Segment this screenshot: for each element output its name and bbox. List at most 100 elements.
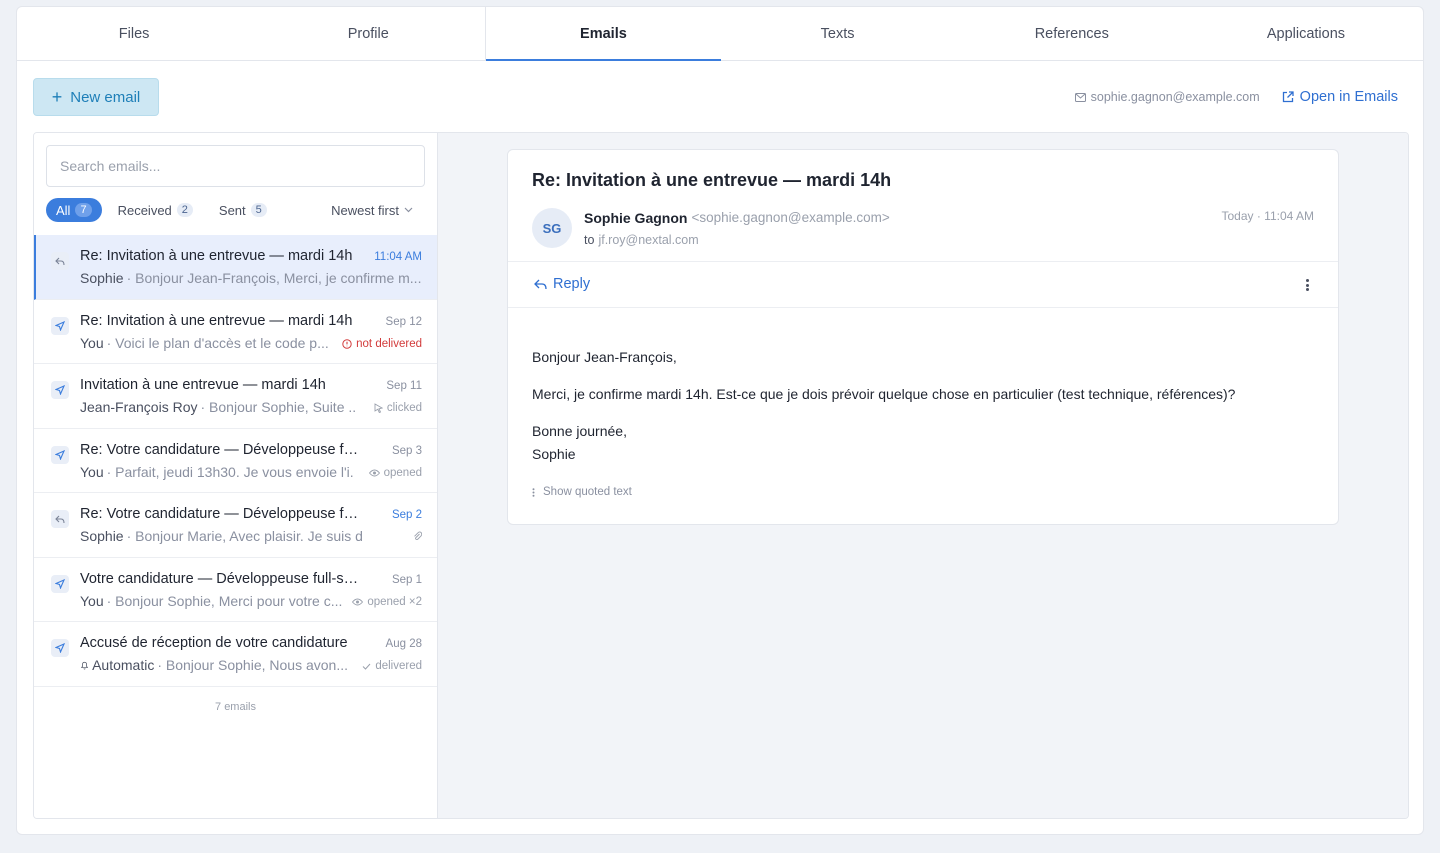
- filter-all[interactable]: All 7: [46, 198, 102, 222]
- email-pane: All 7 Received 2 Sent 5 Newest first: [33, 132, 1409, 819]
- message-to: to jf.roy@nextal.com: [584, 233, 699, 247]
- new-email-button[interactable]: + New email: [33, 78, 159, 116]
- filter-bar: All 7 Received 2 Sent 5 Newest first: [46, 198, 425, 222]
- email-subject: Invitation à une entrevue — mardi 14h: [80, 377, 326, 393]
- email-row[interactable]: Re: Invitation à une entrevue — mardi 14…: [34, 300, 437, 364]
- tab-files[interactable]: Files: [17, 7, 251, 60]
- more-options-icon[interactable]: [1302, 277, 1312, 293]
- body-greeting: Bonjour Jean-François,: [532, 349, 677, 365]
- email-sender: You: [80, 334, 104, 351]
- email-list-panel: All 7 Received 2 Sent 5 Newest first: [34, 133, 438, 818]
- vertical-dots-icon: [532, 487, 535, 497]
- email-status-text: opened ×2: [367, 595, 422, 608]
- tab-texts[interactable]: Texts: [721, 7, 955, 60]
- filter-sent[interactable]: Sent 5: [209, 198, 277, 222]
- email-status-text: clicked: [386, 402, 422, 414]
- message-subject: Re: Invitation à une entrevue — mardi 14…: [532, 170, 892, 190]
- paperclip-icon: [414, 531, 422, 540]
- email-preview: · Parfait, jeudi 13h30. Je vous envoie l…: [106, 463, 353, 480]
- eye-icon: [352, 598, 364, 605]
- email-message: Re: Invitation à une entrevue — mardi 14…: [507, 149, 1339, 525]
- email-subject: Re: Votre candidature — Développeuse ful…: [80, 441, 360, 458]
- bell-icon: [80, 661, 89, 669]
- email-preview: · Bonjour Sophie, Merci pour votre c...: [106, 592, 342, 609]
- recipient-address: jf.roy@nextal.com: [598, 233, 699, 247]
- paper-plane-icon: [51, 445, 69, 464]
- to-label: to: [584, 233, 595, 247]
- email-status: opened: [368, 466, 422, 479]
- plus-icon: +: [51, 87, 63, 107]
- email-snippet: You · Voici le plan d'accès et le code p…: [80, 335, 332, 351]
- email-snippet: Sophie · Bonjour Jean-François, Merci, j…: [80, 270, 421, 286]
- filter-all-label: All: [56, 202, 71, 218]
- email-row[interactable]: Votre candidature — Développeuse full-st…: [34, 558, 437, 622]
- filter-sent-count: 5: [250, 203, 267, 217]
- email-subject: Votre candidature — Développeuse full-st…: [80, 570, 360, 587]
- email-status: clicked: [374, 402, 422, 414]
- tab-references[interactable]: References: [955, 7, 1189, 60]
- reply-button[interactable]: Reply: [534, 276, 590, 292]
- email-status: delivered: [362, 660, 422, 672]
- show-quoted-text-button[interactable]: Show quoted text: [532, 486, 632, 498]
- email-sender: Jean-François Roy: [80, 399, 198, 415]
- avatar: SG: [532, 208, 572, 248]
- tab-profile[interactable]: Profile: [251, 7, 485, 60]
- tab-emails[interactable]: Emails: [485, 7, 721, 61]
- body-signature: Sophie: [532, 446, 576, 462]
- sender-name: Sophie Gagnon: [584, 210, 688, 226]
- email-row[interactable]: Re: Votre candidature — Développeuse ful…: [34, 493, 437, 558]
- header-divider: [508, 261, 1338, 262]
- tab-applications[interactable]: Applications: [1189, 7, 1423, 60]
- reply-arrow-icon: [534, 279, 547, 289]
- message-timestamp: Today · 11:04 AM: [1221, 209, 1315, 223]
- main-card: Files Profile Emails Texts References Ap…: [16, 6, 1424, 835]
- toolbar-divider: [508, 307, 1338, 308]
- email-snippet: Jean-François Roy · Bonjour Sophie, Suit…: [80, 399, 355, 415]
- paper-plane-icon: [51, 574, 69, 593]
- filter-received[interactable]: Received 2: [108, 198, 203, 222]
- email-date: Sep 1: [391, 573, 422, 586]
- email-sender: Sophie: [80, 270, 124, 286]
- email-snippet: Automatic · Bonjour Sophie, Nous avon...: [80, 657, 348, 673]
- email-row[interactable]: Re: Invitation à une entrevue — mardi 14…: [34, 235, 437, 300]
- email-subject: Re: Invitation à une entrevue — mardi 14…: [80, 312, 353, 329]
- reading-pane: Re: Invitation à une entrevue — mardi 14…: [438, 133, 1408, 818]
- email-snippet: You · Bonjour Sophie, Merci pour votre c…: [80, 593, 342, 609]
- email-sender: Sophie: [80, 528, 124, 544]
- email-rows: Re: Invitation à une entrevue — mardi 14…: [34, 235, 437, 687]
- email-subject: Accusé de réception de votre candidature: [80, 635, 348, 651]
- reply-label: Reply: [553, 276, 591, 292]
- search-input[interactable]: [46, 145, 425, 187]
- email-date: 11:04 AM: [374, 251, 422, 263]
- open-in-emails-link[interactable]: Open in Emails: [1282, 89, 1398, 105]
- body-closing: Bonne journée,: [532, 423, 627, 439]
- email-subject: Re: Invitation à une entrevue — mardi 14…: [80, 248, 353, 264]
- filter-received-label: Received: [117, 202, 172, 218]
- chevron-down-icon: [404, 207, 413, 213]
- filter-sent-label: Sent: [218, 202, 246, 218]
- email-row[interactable]: Re: Votre candidature — Développeuse ful…: [34, 429, 437, 493]
- email-status: not delivered: [342, 338, 422, 350]
- sort-label: Newest first: [331, 202, 399, 218]
- check-icon: [362, 663, 371, 670]
- email-date: Aug 28: [385, 638, 422, 650]
- email-status-text: delivered: [375, 660, 422, 672]
- email-preview: · Voici le plan d'accès et le code p...: [106, 334, 329, 351]
- email-date: Sep 3: [391, 444, 422, 457]
- eye-icon: [368, 469, 380, 476]
- filter-all-count: 7: [75, 203, 92, 217]
- email-subject: Re: Votre candidature — Développeuse ful…: [80, 506, 360, 522]
- email-preview: · Bonjour Jean-François, Merci, je confi…: [126, 270, 422, 286]
- filter-received-count: 2: [176, 203, 193, 217]
- email-status-text: opened: [383, 466, 422, 479]
- tab-bar: Files Profile Emails Texts References Ap…: [17, 7, 1423, 61]
- message-from: Sophie Gagnon <sophie.gagnon@example.com…: [584, 210, 890, 226]
- sort-dropdown[interactable]: Newest first: [331, 203, 413, 218]
- email-status-text: not delivered: [356, 337, 422, 350]
- email-row[interactable]: Accusé de réception de votre candidature…: [34, 622, 437, 687]
- email-row[interactable]: Invitation à une entrevue — mardi 14h Se…: [34, 364, 437, 429]
- email-count: 7 emails: [215, 701, 256, 713]
- email-sender: Automatic: [92, 657, 155, 673]
- paper-plane-icon: [51, 316, 69, 335]
- body-paragraph: Merci, je confirme mardi 14h. Est-ce que…: [532, 386, 1236, 402]
